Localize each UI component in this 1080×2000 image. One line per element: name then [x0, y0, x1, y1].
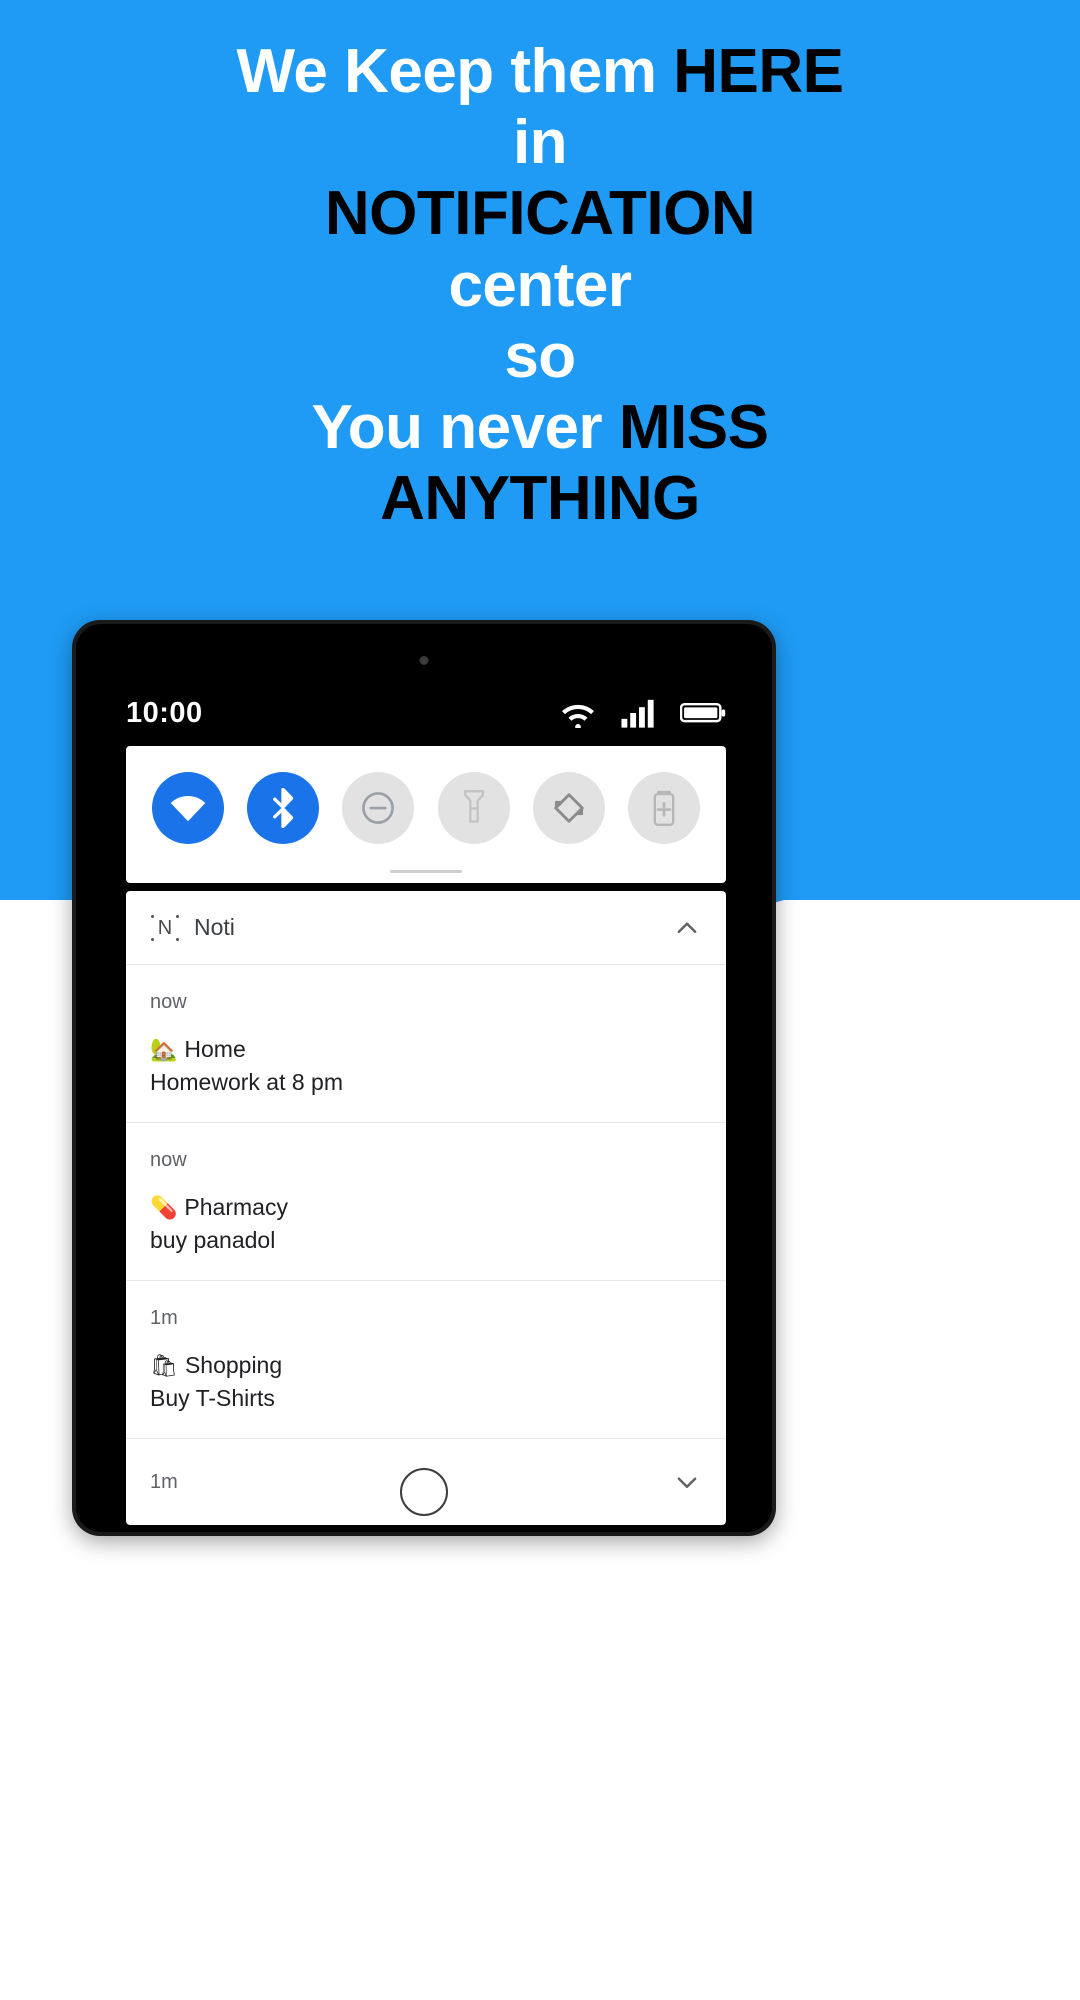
wifi-tile[interactable] [151, 772, 224, 844]
headline-line-6-white: You never [311, 393, 619, 463]
headline-line-2-white: in [512, 108, 568, 178]
notification-time: 1m [150, 1470, 178, 1493]
pill-icon: 💊 [150, 1194, 178, 1220]
notification-item[interactable]: 1m 🛍 Shopping Buy T-Shirts [126, 1281, 726, 1439]
home-button[interactable] [400, 1468, 448, 1516]
notification-time: now [150, 991, 187, 1013]
signal-bars-icon [621, 699, 654, 728]
wifi-icon [170, 795, 205, 822]
dnd-tile[interactable] [342, 772, 415, 844]
tablet-bezel: 10:00 N Noti now 🏡 Home Homework at 8 pm… [76, 624, 772, 1532]
notification-body: Homework at 8 pm [150, 1069, 344, 1095]
battery-saver-icon [653, 790, 675, 826]
headline-line-4: center [0, 250, 1080, 321]
autorotate-tile[interactable] [532, 772, 605, 844]
headline-line-1: We Keep them HERE [0, 36, 1080, 107]
headline-line-4-white: center [448, 250, 632, 320]
chevron-down-glyph [677, 1477, 697, 1488]
notification-item[interactable]: now 🏡 Home Homework at 8 pm [126, 965, 726, 1123]
headline-line-2: in [0, 107, 1080, 178]
headline-line-1-white: We Keep them [236, 37, 674, 106]
headline-line-3-black: NOTIFICATION [324, 179, 756, 249]
notification-body: buy panadol [150, 1227, 276, 1253]
notification-title-row: 🏡 Home [150, 1036, 704, 1063]
device-screen: 10:00 N Noti now 🏡 Home Homework at 8 pm… [76, 680, 772, 1525]
chevron-down-icon[interactable] [670, 1465, 704, 1499]
do-not-disturb-icon [362, 792, 395, 824]
status-bar-clock: 10:00 [126, 696, 203, 729]
headline-line-7: ANYTHING [0, 463, 1080, 534]
noti-app-name: Noti [194, 914, 235, 940]
battery-icon [680, 702, 726, 723]
headline-line-5-white: so [504, 321, 576, 391]
notification-time: 1m [150, 1307, 178, 1329]
shopping-bags-icon: 🛍 [150, 1352, 178, 1378]
tablet-device: 10:00 N Noti now 🏡 Home Homework at 8 pm… [72, 620, 776, 1536]
notification-title-row: 💊 Pharmacy [150, 1194, 704, 1221]
chevron-up-icon[interactable] [670, 911, 704, 945]
headline-line-3: NOTIFICATION [0, 178, 1080, 249]
notification-title-row: 🛍 Shopping [150, 1352, 704, 1379]
headline-line-5: so [0, 321, 1080, 392]
headline-line-7-black: ANYTHING [380, 464, 700, 534]
flashlight-tile[interactable] [437, 772, 510, 844]
wifi-icon [562, 704, 594, 728]
auto-rotate-icon [554, 793, 584, 823]
noti-app-icon-letter: N [157, 916, 173, 939]
flashlight-icon [463, 790, 484, 823]
headline-line-6-black: MISS [618, 393, 769, 463]
chevron-up-glyph [677, 922, 697, 933]
notification-title: Shopping [184, 1352, 283, 1378]
notification-title: Pharmacy [184, 1194, 288, 1220]
bluetooth-tile[interactable] [246, 772, 319, 844]
headline-block: We Keep them HERE in NOTIFICATION center… [0, 36, 1080, 535]
notification-shade: N Noti now 🏡 Home Homework at 8 pm now 💊… [126, 891, 726, 1525]
quick-settings-panel [126, 746, 726, 883]
notification-body: Buy T-Shirts [150, 1385, 275, 1411]
status-bar: 10:00 [76, 680, 772, 746]
headline-line-1-black: HERE [673, 37, 844, 106]
front-camera-icon [419, 656, 429, 665]
notification-time: now [150, 1149, 187, 1171]
battery-saver-tile[interactable] [628, 772, 701, 844]
notification-group-header[interactable]: N Noti [126, 891, 726, 965]
notification-title: Home [184, 1036, 246, 1062]
shade-drag-handle[interactable] [390, 870, 462, 873]
status-bar-icons [558, 698, 726, 728]
bluetooth-icon [273, 788, 294, 828]
noti-app-icon: N [150, 913, 180, 943]
notification-item[interactable]: now 💊 Pharmacy buy panadol [126, 1123, 726, 1281]
headline-line-6: You never MISS [0, 392, 1080, 463]
quick-settings-tiles [126, 772, 726, 844]
house-icon: 🏡 [150, 1036, 178, 1062]
